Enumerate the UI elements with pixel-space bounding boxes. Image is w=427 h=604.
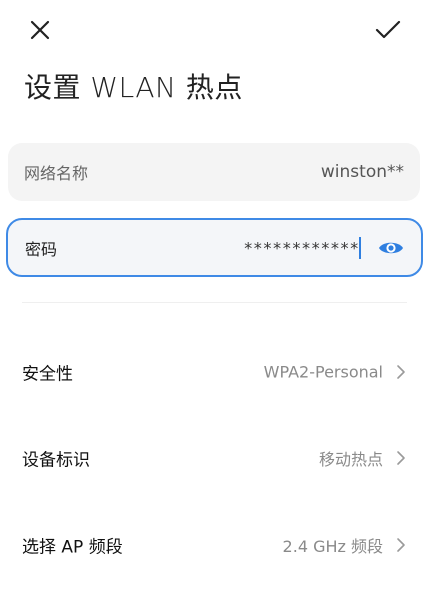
security-value: WPA2-Personal [263, 362, 383, 382]
close-icon [30, 20, 50, 40]
eye-icon [379, 242, 403, 253]
network-name-field[interactable]: 网络名称 winston** [8, 143, 420, 201]
top-bar [0, 0, 427, 60]
ap-band-row[interactable]: 选择 AP 频段 2.4 GHz 频段 [0, 517, 427, 573]
password-label: 密码 [25, 239, 58, 259]
password-input[interactable] [219, 238, 359, 257]
password-field[interactable]: 密码 [6, 218, 423, 277]
network-name-label: 网络名称 [24, 164, 89, 183]
device-identifier-row[interactable]: 设备标识 移动热点 [0, 430, 427, 486]
page-title: 设置 WLAN 热点 [24, 71, 243, 104]
toggle-password-visibility-button[interactable] [376, 237, 406, 259]
chevron-right-icon [395, 536, 407, 554]
text-cursor [359, 237, 361, 259]
network-name-value[interactable]: winston** [321, 162, 404, 182]
confirm-button[interactable] [370, 12, 406, 48]
device-identifier-value: 移动热点 [318, 450, 383, 469]
security-label: 安全性 [22, 364, 73, 385]
device-identifier-label: 设备标识 [22, 450, 90, 471]
section-divider [22, 302, 407, 303]
check-icon [375, 20, 401, 39]
ap-band-value: 2.4 GHz 频段 [282, 537, 383, 556]
chevron-right-icon [395, 449, 407, 467]
security-setting-row[interactable]: 安全性 WPA2-Personal [0, 344, 427, 400]
chevron-right-icon [395, 363, 407, 381]
close-button[interactable] [22, 12, 58, 48]
ap-band-label: 选择 AP 频段 [22, 537, 123, 558]
